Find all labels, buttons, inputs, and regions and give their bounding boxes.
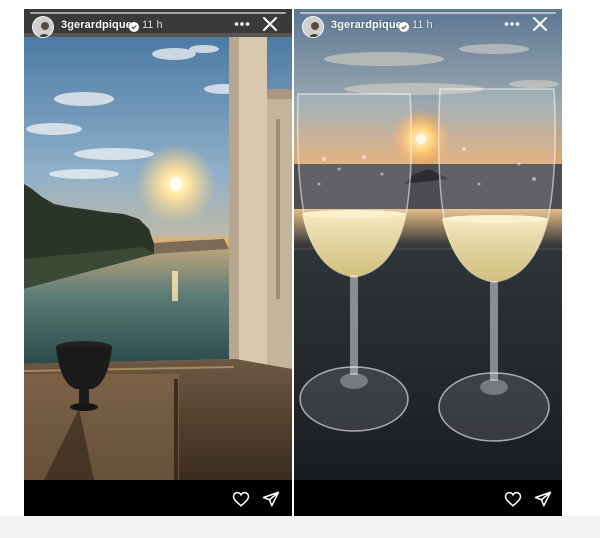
- page-bottom-strip: [0, 516, 600, 538]
- story-footer: [24, 480, 292, 516]
- timestamp: 11 h: [412, 19, 433, 31]
- heart-icon[interactable]: [232, 490, 250, 508]
- story-image-pool-sunset: [24, 9, 292, 480]
- story-progress-bar: [30, 12, 286, 14]
- story-footer: [294, 480, 562, 516]
- story-progress-bar: [300, 12, 556, 14]
- story-header: 3gerardpique 11 h: [294, 9, 562, 43]
- more-options-icon[interactable]: [504, 17, 520, 31]
- send-icon[interactable]: [262, 490, 280, 508]
- verified-badge-icon: [129, 19, 139, 32]
- send-icon[interactable]: [534, 490, 552, 508]
- username[interactable]: 3gerardpique: [331, 19, 402, 31]
- more-options-icon[interactable]: [234, 17, 250, 31]
- avatar[interactable]: [302, 16, 324, 38]
- page: 3gerardpique 11 h 3gerardpique 11 h: [0, 0, 600, 538]
- story-header: 3gerardpique 11 h: [24, 9, 292, 43]
- story-card-1[interactable]: 3gerardpique 11 h: [24, 9, 292, 516]
- story-image-wine-glasses: [294, 9, 562, 480]
- username[interactable]: 3gerardpique: [61, 19, 132, 31]
- verified-badge-icon: [399, 19, 409, 32]
- story-card-2[interactable]: 3gerardpique 11 h: [294, 9, 562, 516]
- timestamp: 11 h: [142, 19, 163, 31]
- heart-icon[interactable]: [504, 490, 522, 508]
- close-icon[interactable]: [532, 16, 548, 32]
- close-icon[interactable]: [262, 16, 278, 32]
- avatar[interactable]: [32, 16, 54, 38]
